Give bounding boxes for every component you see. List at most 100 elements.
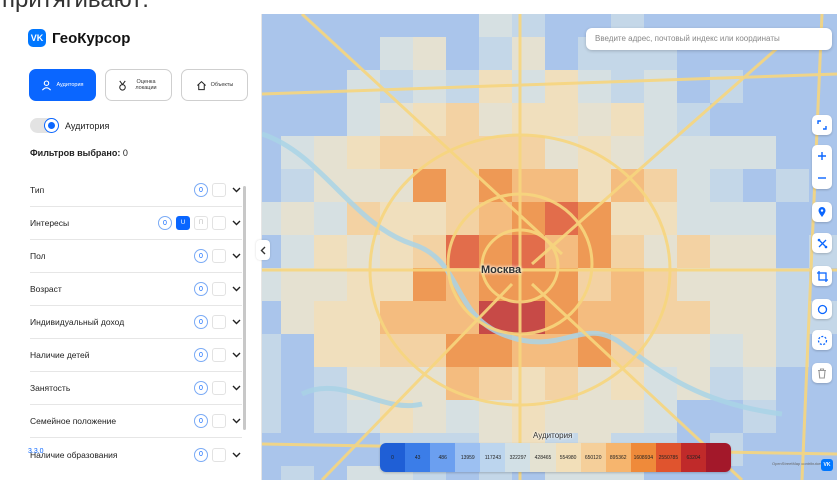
filter-option-p[interactable]: П: [194, 216, 208, 230]
heatmap-cell: [281, 400, 314, 433]
filter-count-badge: 0: [194, 282, 208, 296]
legend-cell: 428465: [530, 443, 556, 472]
heatmap-cell: [545, 169, 578, 202]
filter-option-square[interactable]: [212, 216, 226, 230]
sidebar-scrollbar[interactable]: [243, 186, 246, 430]
heatmap-cell: [710, 169, 743, 202]
heatmap-cell: [262, 268, 281, 301]
chevron-down-icon[interactable]: [230, 449, 242, 461]
filter-option-square[interactable]: [212, 348, 226, 362]
audience-toggle-label: Аудитория: [65, 120, 110, 131]
heatmap-cell: [281, 466, 314, 480]
chevron-down-icon[interactable]: [230, 283, 242, 295]
filter-option-u[interactable]: U: [176, 216, 190, 230]
filter-label: Возраст: [30, 284, 62, 294]
filter-label: Пол: [30, 251, 46, 261]
polygon-button[interactable]: [812, 233, 832, 253]
collapse-sidebar-button[interactable]: [256, 240, 270, 260]
heatmap-cell: [413, 268, 446, 301]
heatmap-cell: [347, 70, 380, 103]
filter-marital[interactable]: Семейное положение 0: [30, 405, 242, 438]
audience-toggle[interactable]: [30, 118, 59, 133]
isochrone-button[interactable]: [812, 266, 832, 286]
heatmap-cell: [776, 202, 809, 235]
circle-icon: [817, 304, 827, 314]
filter-employment[interactable]: Занятость 0: [30, 372, 242, 405]
heatmap-cell: [347, 37, 380, 70]
heatmap-cell: [776, 334, 809, 367]
address-search-input[interactable]: Введите адрес, почтовый индекс или коорд…: [586, 28, 832, 50]
heatmap-cell: [380, 334, 413, 367]
heatmap-cell: [776, 169, 809, 202]
dashed-circle-button[interactable]: [812, 330, 832, 350]
filter-education[interactable]: Наличие образования 0: [30, 438, 242, 471]
filter-age[interactable]: Возраст 0: [30, 273, 242, 306]
legend-cell: 63204: [680, 443, 707, 472]
legend-cell: 43: [405, 443, 431, 472]
filter-count-badge: 0: [194, 348, 208, 362]
chevron-down-icon[interactable]: [230, 184, 242, 196]
expand-icon: [817, 120, 827, 130]
chevron-down-icon[interactable]: [230, 316, 242, 328]
filters-selected-label: Фильтров выбрано:: [30, 148, 121, 158]
audience-toggle-row: Аудитория: [30, 118, 109, 133]
chevron-down-icon[interactable]: [230, 415, 242, 427]
filter-income[interactable]: Индивидуальный доход 0: [30, 306, 242, 339]
filter-label: Интересы: [30, 218, 70, 228]
pin-button[interactable]: [812, 202, 832, 222]
mode-button-objects[interactable]: Объекты: [181, 69, 248, 101]
heatmap-cell: [512, 103, 545, 136]
filter-option-square[interactable]: [212, 249, 226, 263]
filter-interests[interactable]: Интересы 0UП: [30, 207, 242, 240]
circle-button[interactable]: [812, 299, 832, 319]
filter-children[interactable]: Наличие детей 0: [30, 339, 242, 372]
heatmap-cell: [545, 103, 578, 136]
legend-cell: 2550785: [655, 443, 681, 472]
filter-option-square[interactable]: [212, 447, 226, 462]
heatmap-cell: [743, 466, 776, 480]
mode-label: Аудитория: [56, 81, 84, 88]
zoom-in-button[interactable]: [812, 145, 832, 167]
heatmap-cell: [347, 14, 380, 37]
chevron-down-icon[interactable]: [230, 217, 242, 229]
house-icon: [196, 80, 206, 90]
heatmap-layer[interactable]: [262, 14, 837, 480]
map-attribution: OpenStreetMap contributors: [772, 461, 823, 466]
heatmap-cell: [380, 136, 413, 169]
heatmap-cell: [611, 235, 644, 268]
heatmap-cell: [479, 37, 512, 70]
heatmap-cell: [743, 268, 776, 301]
filter-option-square[interactable]: [212, 183, 226, 197]
mode-button-location[interactable]: Оценка локации: [105, 69, 172, 101]
expand-button[interactable]: [812, 115, 832, 135]
heatmap-cell: [743, 235, 776, 268]
legend-title: Аудитория: [533, 431, 573, 440]
app-version: 3.3.0: [28, 448, 44, 455]
chevron-down-icon[interactable]: [230, 382, 242, 394]
filter-type[interactable]: Тип 0: [30, 174, 242, 207]
heatmap-cell: [262, 37, 281, 70]
zoom-out-button[interactable]: [812, 167, 832, 189]
mode-button-audience[interactable]: Аудитория: [29, 69, 96, 101]
heatmap-cell: [710, 202, 743, 235]
person-icon: [42, 79, 52, 90]
legend-cell: 322297: [505, 443, 531, 472]
logo[interactable]: VK ГеоКурсор: [28, 29, 130, 47]
filter-gender[interactable]: Пол 0: [30, 240, 242, 273]
filter-label: Индивидуальный доход: [30, 317, 125, 327]
vk-corner-logo-icon: VK: [821, 459, 833, 471]
chevron-down-icon[interactable]: [230, 250, 242, 262]
heatmap-cell: [710, 367, 743, 400]
delete-button[interactable]: [812, 363, 832, 383]
heatmap-cell: [281, 202, 314, 235]
map[interactable]: Москва Аудитория: [262, 14, 837, 480]
filter-option-square[interactable]: [212, 315, 226, 329]
filter-option-square[interactable]: [212, 282, 226, 296]
heatmap-cell: [262, 103, 281, 136]
heatmap-cell: [446, 14, 479, 37]
heatmap-cell: [743, 334, 776, 367]
filter-option-square[interactable]: [212, 414, 226, 428]
filter-count-badge: 0: [194, 447, 208, 462]
filter-option-square[interactable]: [212, 381, 226, 395]
chevron-down-icon[interactable]: [230, 349, 242, 361]
